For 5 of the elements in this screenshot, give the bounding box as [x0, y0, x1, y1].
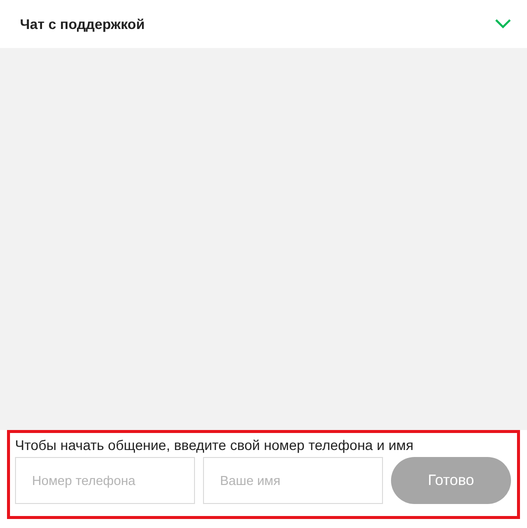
chevron-icon[interactable]: [495, 19, 511, 29]
input-field[interactable]: Ваше имя: [203, 457, 383, 504]
chat-title: Чат с поддержкой: [20, 16, 145, 32]
form-prompt: Чтобы начать общение, введите свой номер телефона и имя: [15, 437, 414, 453]
input-field[interactable]: Номер телефона: [15, 457, 195, 504]
